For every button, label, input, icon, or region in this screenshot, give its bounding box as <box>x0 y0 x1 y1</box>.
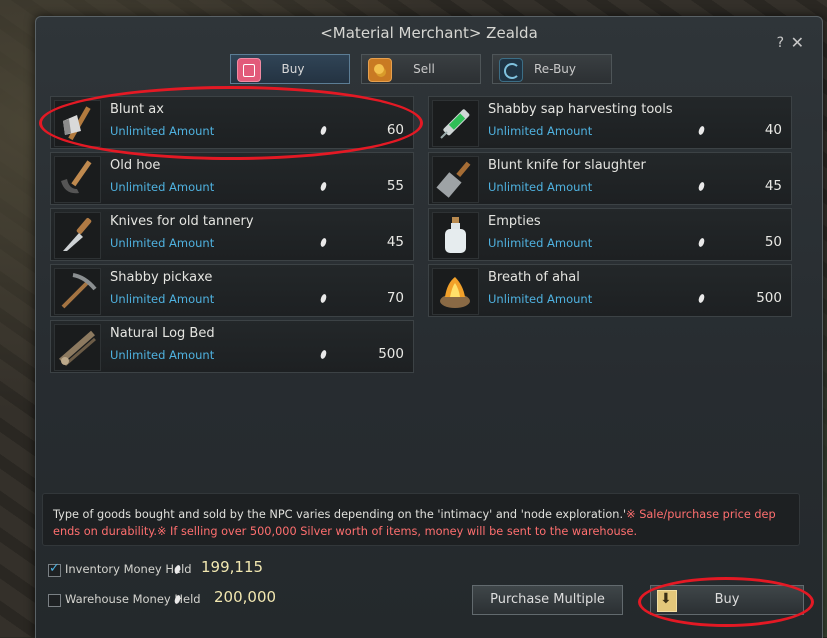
item-price: 500 <box>756 290 782 306</box>
merchant-notice: Type of goods bought and sold by the NPC… <box>42 493 800 546</box>
item-amount: Unlimited Amount <box>110 180 215 194</box>
item-price: 40 <box>764 122 782 138</box>
notice-text: Type of goods bought and sold by the NPC… <box>53 508 627 521</box>
warehouse-money-value: 200,000 <box>214 588 277 606</box>
tab-sell[interactable]: Sell <box>361 54 481 84</box>
item-amount: Unlimited Amount <box>488 180 593 194</box>
item-amount: Unlimited Amount <box>488 124 593 138</box>
log-bed-icon <box>54 324 101 371</box>
tab-buy-label: Buy <box>281 62 305 76</box>
close-icon[interactable]: ✕ <box>791 33 804 52</box>
item-amount: Unlimited Amount <box>110 348 215 362</box>
item-slot-tannery-knives[interactable]: Knives for old tannery Unlimited Amount … <box>50 208 414 261</box>
knife-icon <box>54 212 101 259</box>
item-price: 60 <box>386 122 404 138</box>
item-slot-blunt-ax[interactable]: Blunt ax Unlimited Amount 60 <box>50 96 414 149</box>
fire-bowl-icon <box>432 268 479 315</box>
window-title: <Material Merchant> Zealda <box>320 24 538 42</box>
bottle-icon <box>432 212 479 259</box>
buy-button-label: Buy <box>714 592 740 607</box>
silver-coin-icon <box>319 237 328 248</box>
item-name: Blunt knife for slaughter <box>488 158 646 173</box>
item-amount: Unlimited Amount <box>110 292 215 306</box>
item-amount: Unlimited Amount <box>110 124 215 138</box>
tab-buy[interactable]: Buy <box>230 54 350 84</box>
tab-rebuy-label: Re-Buy <box>533 62 577 76</box>
tab-rebuy[interactable]: Re-Buy <box>492 54 612 84</box>
item-name: Blunt ax <box>110 102 164 117</box>
tab-sell-label: Sell <box>413 62 435 76</box>
item-name: Breath of ahal <box>488 270 580 285</box>
item-price: 500 <box>378 346 404 362</box>
silver-coin-icon <box>697 181 706 192</box>
inventory-money-label: Inventory Money Held <box>65 562 192 576</box>
item-name: Natural Log Bed <box>110 326 215 341</box>
item-price: 70 <box>386 290 404 306</box>
hoe-icon <box>54 156 101 203</box>
item-slot-empties[interactable]: Empties Unlimited Amount 50 <box>428 208 792 261</box>
item-name: Old hoe <box>110 158 161 173</box>
item-name: Knives for old tannery <box>110 214 254 229</box>
inventory-money-value: 199,115 <box>201 558 264 576</box>
item-slot-shabby-pickaxe[interactable]: Shabby pickaxe Unlimited Amount 70 <box>50 264 414 317</box>
silver-coin-icon <box>697 293 706 304</box>
item-amount: Unlimited Amount <box>488 236 593 250</box>
inventory-money-checkbox[interactable] <box>48 561 61 577</box>
item-price: 55 <box>386 178 404 194</box>
help-icon[interactable]: ? <box>777 35 784 51</box>
silver-coin-icon <box>697 237 706 248</box>
buy-button[interactable]: Buy <box>650 585 804 615</box>
item-slot-natural-log-bed[interactable]: Natural Log Bed Unlimited Amount 500 <box>50 320 414 373</box>
item-price: 50 <box>764 234 782 250</box>
item-price: 45 <box>764 178 782 194</box>
silver-coin-icon <box>319 349 328 360</box>
item-slot-slaughter-knife[interactable]: Blunt knife for slaughter Unlimited Amou… <box>428 152 792 205</box>
item-amount: Unlimited Amount <box>488 292 593 306</box>
item-slot-old-hoe[interactable]: Old hoe Unlimited Amount 55 <box>50 152 414 205</box>
warehouse-money-checkbox[interactable] <box>48 594 61 607</box>
item-name: Shabby sap harvesting tools <box>488 102 673 117</box>
silver-coin-icon <box>319 181 328 192</box>
silver-coin-icon <box>697 125 706 136</box>
item-price: 45 <box>386 234 404 250</box>
item-name: Shabby pickaxe <box>110 270 213 285</box>
syringe-icon <box>432 100 479 147</box>
axe-icon <box>54 100 101 147</box>
merchant-window: <Material Merchant> Zealda ? ✕ Buy Sell … <box>35 16 823 638</box>
item-slot-sap-tools[interactable]: Shabby sap harvesting tools Unlimited Am… <box>428 96 792 149</box>
item-amount: Unlimited Amount <box>110 236 215 250</box>
tab-bar: Buy Sell Re-Buy <box>230 54 612 84</box>
pickaxe-icon <box>54 268 101 315</box>
silver-coin-icon <box>319 293 328 304</box>
download-arrow-icon <box>657 585 677 613</box>
silver-coin-icon <box>319 125 328 136</box>
cleaver-icon <box>432 156 479 203</box>
item-slot-breath-of-ahal[interactable]: Breath of ahal Unlimited Amount 500 <box>428 264 792 317</box>
item-name: Empties <box>488 214 541 229</box>
purchase-multiple-button[interactable]: Purchase Multiple <box>472 585 623 615</box>
